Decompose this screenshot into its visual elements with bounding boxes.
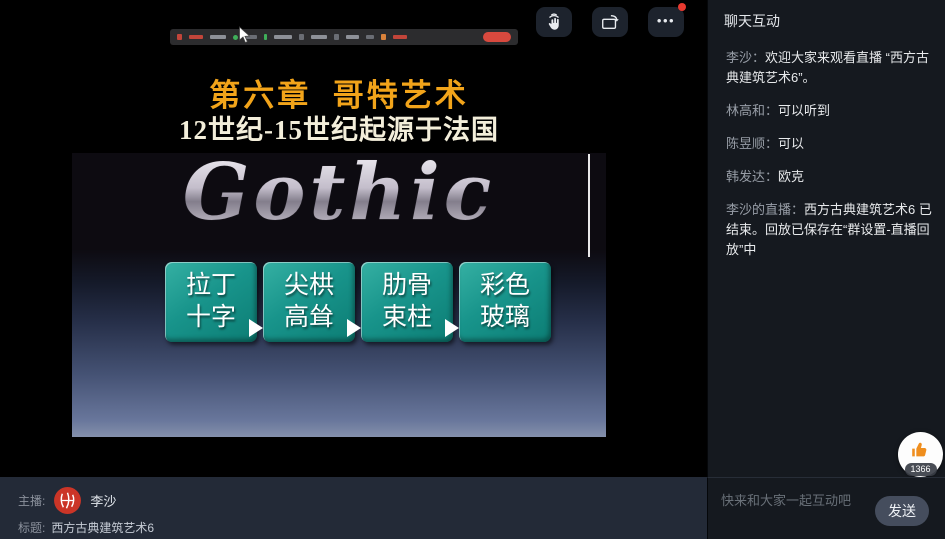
toolbar-glyph <box>299 34 304 40</box>
slide-subtitle: 12世纪-15世纪起源于法国 <box>72 108 606 147</box>
flow-box-stained-glass: 彩色 玻璃 <box>459 262 551 342</box>
flow-box-pointed-arch: 尖栱 高耸 <box>263 262 355 342</box>
toolbar-end-live-button <box>483 32 511 42</box>
flow-box-text: 束柱 <box>382 302 432 335</box>
flow-box-text: 高耸 <box>284 302 334 335</box>
host-avatar[interactable] <box>53 486 82 515</box>
live-stream-window: 第六章 哥特艺术 12世纪-15世纪起源于法国 Gothic 拉丁 十字 尖栱 … <box>0 0 945 539</box>
chat-sender-name: 韩发达： <box>726 169 778 184</box>
toolbar-glyph <box>311 35 327 39</box>
chat-message-text: 可以听到 <box>778 103 830 118</box>
more-options-button[interactable]: ••• <box>648 7 684 37</box>
flow-box-text: 十字 <box>186 302 236 335</box>
flow-box-text: 尖栱 <box>284 270 334 303</box>
send-button[interactable]: 发送 <box>875 496 929 526</box>
flow-arrow-icon <box>445 319 459 337</box>
chat-message-list[interactable]: 李沙：欢迎大家来观看直播 “西方古典建筑艺术6”。 林高和：可以听到 陈昱顺：可… <box>726 48 938 273</box>
host-name: 李沙 <box>90 491 116 510</box>
chat-sender-name: 李沙： <box>726 50 765 65</box>
stream-title-value: 西方古典建筑艺术6 <box>51 519 154 536</box>
toolbar-exit-icon <box>381 34 386 40</box>
seal-avatar-icon <box>53 486 82 515</box>
flow-box-text: 肋骨 <box>382 270 432 303</box>
like-count-badge: 1366 <box>904 463 936 476</box>
flow-box-rib-vault: 肋骨 束柱 <box>361 262 453 342</box>
host-info-bar: 主播: 李沙 标题: 西方古典建筑艺术6 <box>0 477 707 539</box>
chat-system-message: 李沙的直播：西方古典建筑艺术6 已结束。回放已保存在“群设置-直播回放”中 <box>726 200 938 260</box>
flow-arrow-icon <box>347 319 361 337</box>
chat-message: 李沙：欢迎大家来观看直播 “西方古典建筑艺术6”。 <box>726 48 938 88</box>
notification-dot <box>678 3 686 11</box>
chat-message: 林高和：可以听到 <box>726 101 938 121</box>
toolbar-glyph <box>334 34 339 40</box>
flow-box-latin-cross: 拉丁 十字 <box>165 262 257 342</box>
live-video-area: 第六章 哥特艺术 12世纪-15世纪起源于法国 Gothic 拉丁 十字 尖栱 … <box>0 0 707 477</box>
like-button[interactable]: 1366 <box>898 432 943 477</box>
toolbar-glyph <box>274 35 292 39</box>
chat-input-bar: 发送 <box>707 477 945 539</box>
flow-arrow-icon <box>249 319 263 337</box>
chat-message-input[interactable] <box>721 488 871 512</box>
chat-panel-title: 聊天互动 <box>724 11 780 31</box>
gothic-banner-text: Gothic <box>72 147 606 238</box>
chat-panel: 聊天互动 李沙：欢迎大家来观看直播 “西方古典建筑艺术6”。 林高和：可以听到 … <box>707 0 945 539</box>
flow-box-text: 拉丁 <box>186 270 236 303</box>
flow-box-text: 玻璃 <box>480 302 530 335</box>
chat-sender-name: 李沙的直播： <box>726 202 804 217</box>
chat-message-text: 欧克 <box>778 169 804 184</box>
mouse-cursor-icon <box>238 26 251 44</box>
ellipsis-icon: ••• <box>657 14 675 31</box>
chat-message: 韩发达：欧克 <box>726 167 938 187</box>
voice-interact-button[interactable] <box>536 7 572 37</box>
toolbar-record-icon <box>177 34 182 40</box>
host-label: 主播: <box>18 492 45 509</box>
thumbs-up-icon <box>909 439 931 461</box>
presenter-screenshare-toolbar <box>170 29 518 45</box>
flow-box-text: 彩色 <box>480 270 530 303</box>
toolbar-more-glyph <box>366 35 374 39</box>
chat-message: 陈昱顺：可以 <box>726 134 938 154</box>
rotate-screen-button[interactable] <box>592 7 628 37</box>
toolbar-glyph <box>346 35 359 39</box>
rotate-screen-icon <box>599 12 621 32</box>
toolbar-exit-label-glyph <box>393 35 407 39</box>
chat-sender-name: 陈昱顺： <box>726 136 778 151</box>
stream-title-label: 标题: <box>18 519 45 536</box>
chat-message-text: 可以 <box>778 136 804 151</box>
toolbar-live-label-glyph <box>189 35 203 39</box>
toolbar-timer-glyph <box>210 35 226 39</box>
text-caret-line <box>588 154 590 257</box>
chat-sender-name: 林高和： <box>726 103 778 118</box>
toolbar-mic-icon <box>264 34 267 40</box>
raise-hand-icon <box>543 12 565 32</box>
